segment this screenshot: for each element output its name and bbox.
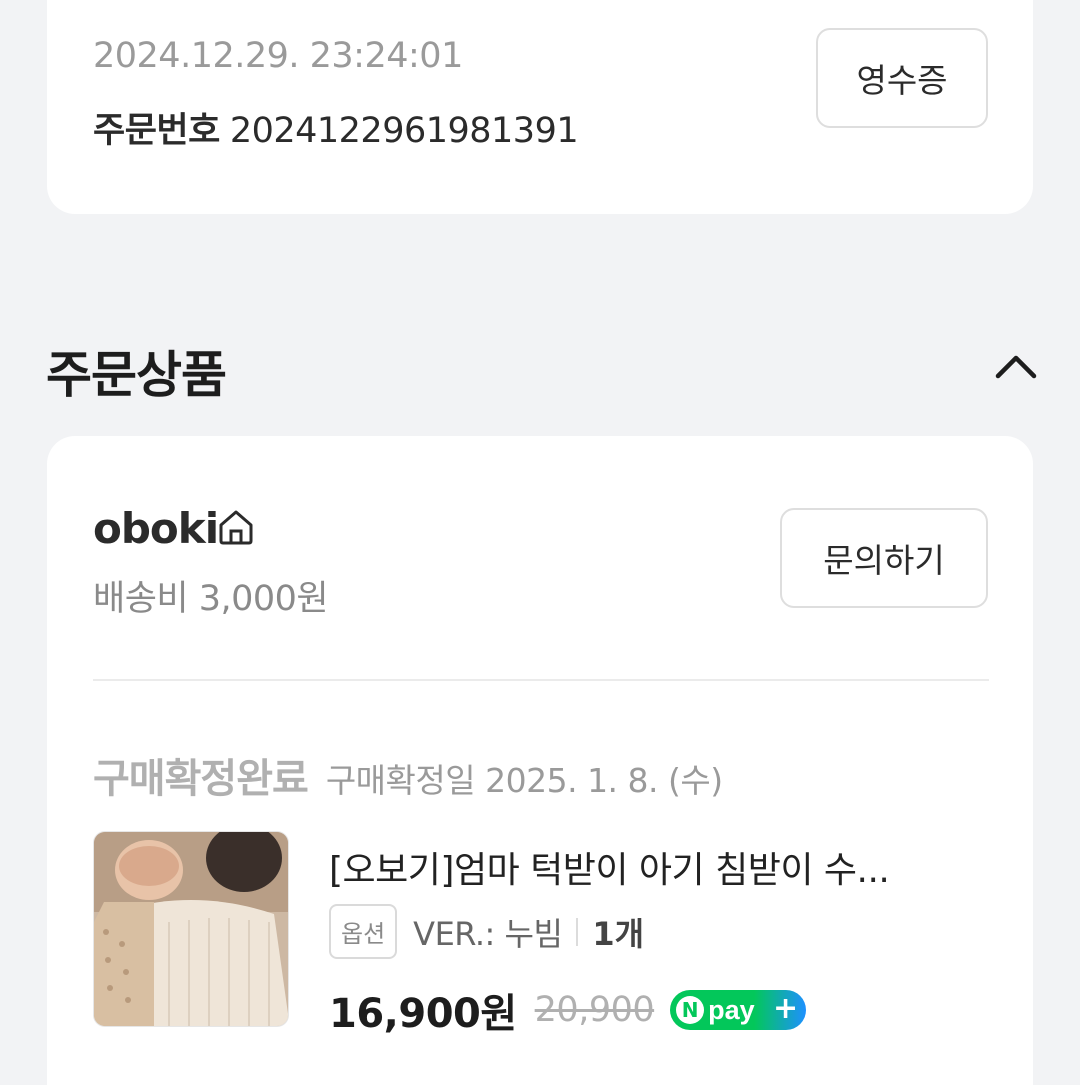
purchase-status-row: 구매확정완료 구매확정일 2025. 1. 8. (수) — [93, 746, 723, 804]
quantity: 1개 — [592, 914, 645, 953]
plus-icon: + — [772, 991, 799, 1026]
section-title: 주문상품 — [46, 346, 227, 404]
purchase-status: 구매확정완료 — [93, 756, 309, 802]
product-option-row: 옵션 VER.: 누빔 1개 — [329, 904, 644, 959]
price-row: 16,900원 20,900 N pay + — [329, 981, 807, 1039]
divider — [93, 679, 989, 681]
option-badge: 옵션 — [329, 904, 398, 959]
npay-plus-badge: N pay + — [670, 990, 807, 1030]
option-separator — [576, 917, 579, 946]
original-price: 20,900 — [534, 990, 655, 1030]
order-datetime: 2024.12.29. 23:24:01 — [93, 36, 463, 76]
order-number-label: 주문번호 — [93, 111, 220, 151]
product-photo — [94, 832, 288, 1026]
order-number: 주문번호 2024122961981391 — [93, 102, 579, 153]
inquiry-button[interactable]: 문의하기 — [780, 508, 988, 608]
chevron-up-icon[interactable] — [994, 348, 1038, 382]
order-info-card: 2024.12.29. 23:24:01 주문번호 202412296198139… — [47, 0, 1033, 214]
store-order-card: oboki 배송비 3,000원 문의하기 구매확정완료 구매확정일 2025.… — [47, 436, 1033, 1085]
receipt-button[interactable]: 영수증 — [816, 28, 988, 128]
store-name[interactable]: oboki — [93, 504, 219, 553]
npay-text: pay — [708, 994, 755, 1025]
order-number-value: 2024122961981391 — [229, 111, 579, 151]
sale-price: 16,900원 — [329, 991, 517, 1037]
home-icon[interactable] — [215, 506, 257, 548]
product-thumbnail[interactable] — [93, 831, 289, 1027]
product-name[interactable]: [오보기]엄마 턱받이 아기 침받이 수... — [329, 841, 969, 893]
option-value: VER.: 누빔 — [413, 914, 563, 953]
shipping-fee: 배송비 3,000원 — [93, 579, 329, 619]
purchase-confirm-date: 구매확정일 2025. 1. 8. (수) — [325, 761, 723, 800]
npay-n-icon: N — [676, 996, 705, 1024]
